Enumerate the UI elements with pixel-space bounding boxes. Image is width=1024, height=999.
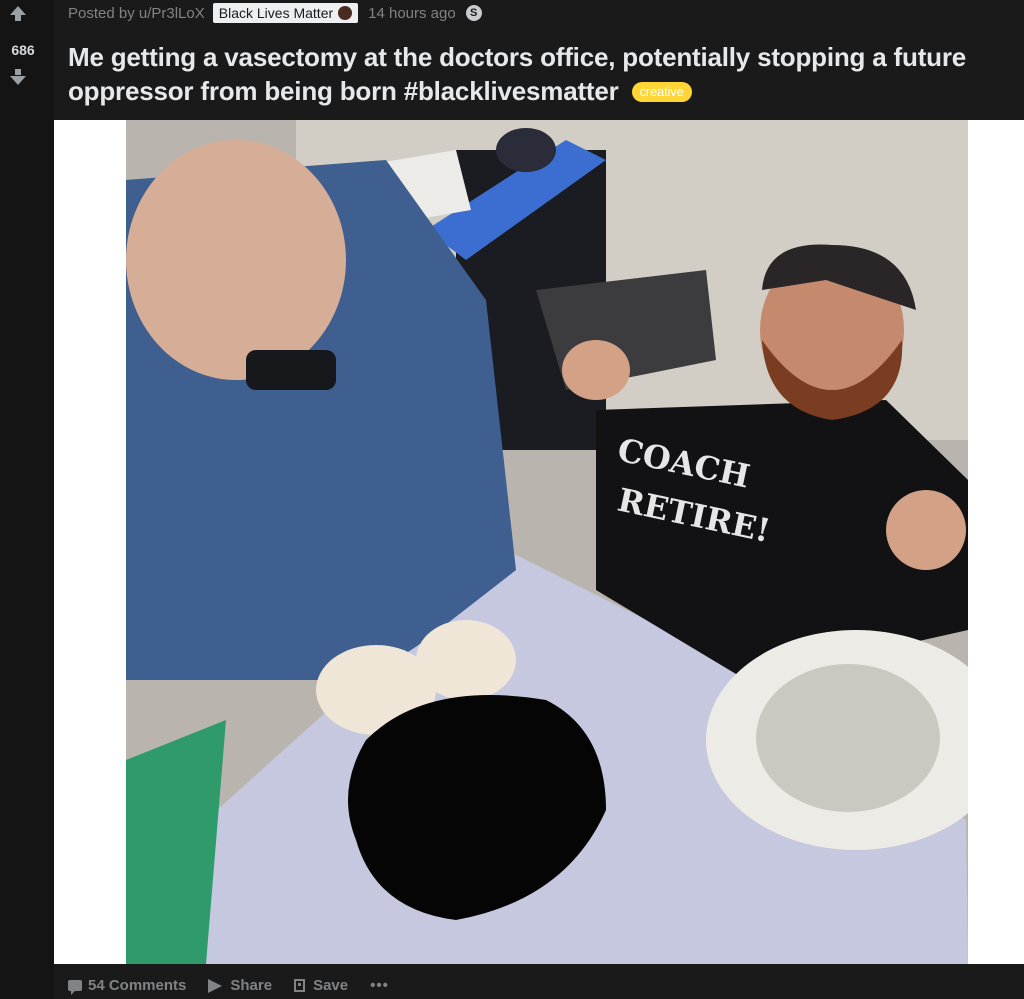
media-frame: COACH RETIRE! xyxy=(54,120,1024,964)
upvote-arrow-icon[interactable] xyxy=(10,6,26,21)
lamp-grille xyxy=(756,664,940,812)
comments-button[interactable]: 54 Comments xyxy=(68,977,187,995)
comments-label: 54 Comments xyxy=(88,977,187,994)
save-label: Save xyxy=(313,977,349,994)
post-time[interactable]: 14 hours ago xyxy=(368,5,456,22)
post-meta: Posted by u/Pr3lLoX Black Lives Matter 1… xyxy=(68,2,482,24)
user-flair: Black Lives Matter xyxy=(212,3,359,23)
downvote-arrow-icon[interactable] xyxy=(10,69,26,85)
post-flair-badge[interactable]: creative xyxy=(631,82,692,102)
reddit-post: 686 Posted by u/Pr3lLoX Black Lives Matt… xyxy=(0,0,1024,999)
more-options-button[interactable]: ••• xyxy=(370,977,389,994)
vote-score: 686 xyxy=(11,42,35,58)
save-icon xyxy=(294,979,306,992)
thumbs-up-right xyxy=(886,490,966,570)
glove-right xyxy=(416,620,516,700)
doctor-loupes xyxy=(246,350,336,390)
share-label: Share xyxy=(230,977,273,994)
vote-column: 686 xyxy=(0,0,54,999)
posted-by[interactable]: Posted by u/Pr3lLoX xyxy=(68,5,205,22)
flair-emoji-icon xyxy=(338,6,353,20)
share-button[interactable]: Share xyxy=(208,977,272,994)
silver-award-icon[interactable]: S xyxy=(465,5,482,21)
user-flair-text: Black Lives Matter xyxy=(218,5,334,21)
doctor-head xyxy=(126,140,346,380)
post-footer: 54 Comments Share Save ••• xyxy=(68,972,389,999)
jar xyxy=(496,128,556,172)
post-image[interactable]: COACH RETIRE! xyxy=(126,120,968,964)
save-button[interactable]: Save xyxy=(294,977,348,994)
comment-icon xyxy=(68,980,82,995)
thumbs-up-left xyxy=(562,340,630,400)
post-title-text[interactable]: Me getting a vasectomy at the doctors of… xyxy=(68,42,966,106)
post-photo-illustration: COACH RETIRE! xyxy=(126,120,968,964)
post-title[interactable]: Me getting a vasectomy at the doctors of… xyxy=(68,40,998,108)
share-icon xyxy=(208,978,223,993)
